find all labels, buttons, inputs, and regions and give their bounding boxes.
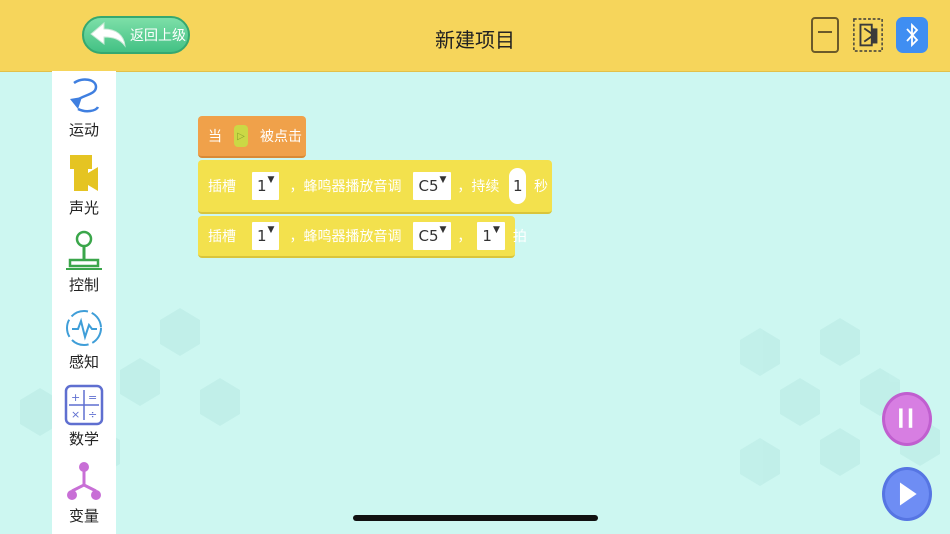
home-indicator bbox=[353, 515, 598, 521]
bluetooth-button[interactable] bbox=[896, 16, 928, 54]
tone-dropdown[interactable]: C5 ▼ bbox=[413, 172, 452, 200]
slot-value: 1 bbox=[257, 227, 267, 245]
save-icon bbox=[811, 17, 839, 53]
dropdown-arrow-icon: ▼ bbox=[267, 175, 275, 185]
beat-value: 1 bbox=[482, 227, 492, 245]
tone-dropdown[interactable]: C5 ▼ bbox=[413, 222, 452, 250]
sound-light-icon bbox=[70, 155, 98, 191]
slot-dropdown[interactable]: 1 ▼ bbox=[252, 222, 280, 250]
dropdown-arrow-icon: ▼ bbox=[492, 225, 500, 235]
category-label: 运动 bbox=[68, 121, 99, 139]
category-control[interactable]: 控制 bbox=[52, 230, 116, 295]
block-text: 被点击 bbox=[260, 129, 302, 145]
block-text: 插槽 bbox=[208, 229, 236, 245]
duration-input[interactable]: 1 bbox=[509, 168, 526, 204]
motion-icon bbox=[70, 78, 100, 113]
buzzer-play-tone-seconds-block[interactable]: 插槽 1 ▼ ，蜂鸣器播放音调 C5 ▼ ，持续 1 秒 bbox=[198, 160, 552, 214]
svg-text:=: = bbox=[88, 391, 97, 404]
block-text: 插槽 bbox=[208, 179, 236, 195]
category-variable[interactable]: 变量 bbox=[52, 461, 116, 526]
category-label: 数学 bbox=[68, 430, 99, 448]
code-view-button[interactable] bbox=[852, 16, 884, 54]
pause-button[interactable] bbox=[882, 392, 932, 446]
variable-icon bbox=[67, 462, 101, 500]
dropdown-arrow-icon: ▼ bbox=[439, 225, 447, 235]
sensing-icon bbox=[66, 310, 102, 346]
svg-text:÷: ÷ bbox=[88, 408, 97, 421]
category-math[interactable]: + = × ÷ 数学 bbox=[52, 384, 116, 449]
block-text: 当 bbox=[208, 129, 222, 145]
category-motion[interactable]: 运动 bbox=[52, 75, 116, 140]
svg-text:×: × bbox=[71, 408, 80, 421]
control-icon bbox=[66, 230, 102, 270]
block-text: ， bbox=[457, 229, 472, 245]
top-bar: 返回上级 新建项目 bbox=[0, 0, 950, 72]
beat-dropdown[interactable]: 1 ▼ bbox=[477, 222, 505, 250]
slot-value: 1 bbox=[257, 177, 267, 195]
category-sound-light[interactable]: 声光 bbox=[52, 153, 116, 218]
dropdown-arrow-icon: ▼ bbox=[439, 175, 447, 185]
hexagon-background bbox=[20, 308, 940, 486]
math-icon: + = × ÷ bbox=[64, 384, 104, 426]
tone-value: C5 bbox=[418, 227, 439, 245]
code-icon bbox=[853, 18, 883, 52]
play-flag-icon: ▷ bbox=[234, 125, 248, 147]
category-sidebar: 运动 声光 控制 感知 + = × ÷ 数学 变量 bbox=[52, 71, 116, 534]
back-button[interactable]: 返回上级 bbox=[82, 16, 190, 54]
block-text: ，蜂鸣器播放音调 bbox=[289, 229, 402, 245]
when-clicked-block[interactable]: 当 ▷ 被点击 bbox=[198, 116, 306, 158]
dropdown-arrow-icon: ▼ bbox=[267, 225, 275, 235]
category-label: 感知 bbox=[68, 353, 99, 371]
back-button-label: 返回上级 bbox=[130, 28, 186, 44]
category-label: 变量 bbox=[68, 507, 99, 525]
slot-dropdown[interactable]: 1 ▼ bbox=[252, 172, 280, 200]
category-sensing[interactable]: 感知 bbox=[52, 307, 116, 372]
category-label: 控制 bbox=[68, 276, 99, 294]
block-text: ，蜂鸣器播放音调 bbox=[289, 179, 402, 195]
block-text: 秒 bbox=[534, 179, 548, 195]
bluetooth-icon bbox=[896, 17, 928, 53]
tone-value: C5 bbox=[418, 177, 439, 195]
buzzer-play-tone-beats-block[interactable]: 插槽 1 ▼ ，蜂鸣器播放音调 C5 ▼ ， 1 ▼ 拍 bbox=[198, 216, 527, 258]
save-button[interactable] bbox=[810, 16, 842, 54]
category-label: 声光 bbox=[68, 199, 99, 217]
play-icon bbox=[899, 482, 917, 506]
back-arrow-icon bbox=[90, 21, 126, 48]
run-button[interactable] bbox=[882, 467, 932, 521]
block-text: 拍 bbox=[512, 229, 527, 245]
block-text: ，持续 bbox=[457, 179, 500, 195]
pause-icon bbox=[899, 408, 913, 428]
svg-text:+: + bbox=[71, 391, 80, 404]
